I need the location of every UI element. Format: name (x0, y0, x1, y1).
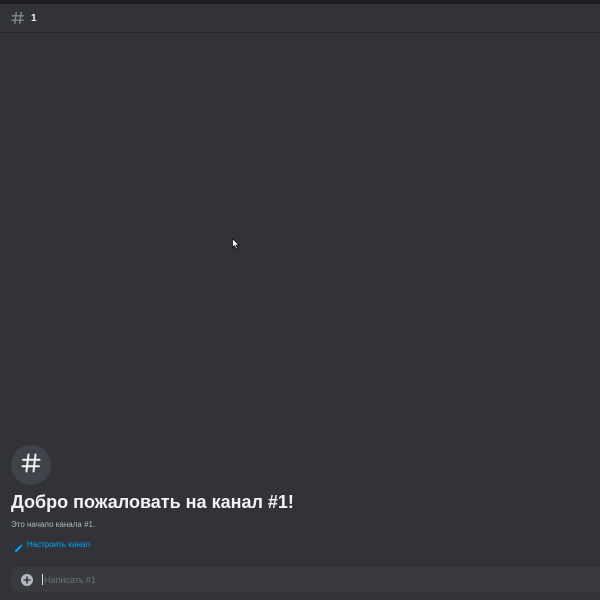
message-composer (11, 567, 600, 592)
mouse-cursor-icon (232, 238, 240, 250)
hash-icon (20, 452, 42, 479)
message-input[interactable] (43, 569, 600, 590)
edit-channel-label: Настроить канал (27, 540, 90, 549)
channel-name: 1 (31, 12, 37, 24)
pencil-icon (14, 540, 23, 552)
edit-channel-link[interactable]: Настроить канал (14, 540, 90, 552)
welcome-title: Добро пожаловать на канал #1! (11, 492, 294, 512)
welcome-hash-badge (11, 445, 51, 485)
hash-icon (11, 11, 25, 25)
channel-view: 1 Добро пожаловать на канал #1! Это нача… (0, 0, 600, 600)
plus-circle-icon[interactable] (21, 573, 33, 586)
channel-welcome: Добро пожаловать на канал #1! Это начало… (11, 445, 591, 558)
channel-header: 1 (0, 4, 600, 33)
welcome-subtitle: Это начало канала #1. (11, 520, 96, 529)
